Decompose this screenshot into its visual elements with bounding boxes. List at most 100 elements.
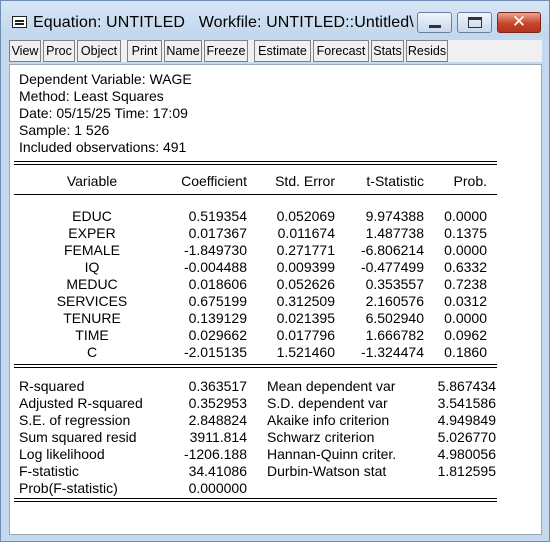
cell-std-error: 0.052626	[276, 276, 335, 292]
resids-button[interactable]: Resids	[406, 40, 448, 62]
stat-label: Sum squared resid	[19, 429, 137, 445]
stat-label: Durbin-Watson stat	[267, 463, 387, 479]
cell-t-stat: -6.806214	[360, 242, 424, 258]
variable-name: MEDUC	[66, 276, 118, 292]
variable-name: IQ	[84, 259, 100, 275]
cell-prob: 0.0000	[444, 208, 487, 224]
stat-value: -1206.188	[183, 446, 247, 462]
stat-value: 4.949849	[437, 412, 496, 428]
cell-coefficient: -2.015135	[183, 344, 247, 360]
cell-prob: 0.0962	[444, 327, 487, 343]
system-menu-icon[interactable]	[12, 16, 27, 28]
stat-value: 0.363517	[188, 378, 247, 394]
rule	[14, 364, 497, 365]
stat-value: 5.026770	[437, 429, 496, 445]
cell-prob: 0.1375	[444, 225, 487, 241]
cell-coefficient: 0.017367	[188, 225, 247, 241]
rule	[14, 498, 497, 499]
stat-label: Adjusted R-squared	[19, 395, 143, 411]
proc-button[interactable]: Proc	[43, 40, 75, 62]
stat-label: R-squared	[19, 378, 85, 394]
variable-name: TIME	[75, 327, 109, 343]
cell-coefficient: 0.029662	[188, 327, 247, 343]
cell-std-error: 0.021395	[276, 310, 335, 326]
column-header: Prob.	[453, 173, 487, 189]
stat-label: Hannan-Quinn criter.	[267, 446, 397, 462]
cell-t-stat: -0.477499	[360, 259, 424, 275]
stat-label: Prob(F-statistic)	[19, 480, 118, 496]
equation-window: Equation: UNTITLED Workfile: UNTITLED::U…	[0, 0, 550, 542]
title-bar[interactable]: Equation: UNTITLED Workfile: UNTITLED::U…	[1, 1, 549, 37]
cell-t-stat: 1.487738	[365, 225, 424, 241]
rule	[14, 164, 497, 165]
cell-t-stat: -1.324474	[360, 344, 424, 360]
cell-prob: 0.6332	[444, 259, 487, 275]
sample: Sample: 1 526	[19, 122, 110, 138]
variable-name: TENURE	[63, 310, 121, 326]
rule	[14, 501, 497, 502]
name-button[interactable]: Name	[164, 40, 202, 62]
maximize-button[interactable]	[457, 12, 492, 33]
variable-name: SERVICES	[56, 293, 128, 309]
estimate-button[interactable]: Estimate	[254, 40, 311, 62]
cell-coefficient: 0.675199	[188, 293, 247, 309]
rule	[14, 161, 497, 162]
toolbar: View Proc Object Print Name Freeze Estim…	[9, 40, 542, 62]
stat-value: 4.980056	[437, 446, 496, 462]
included-observations: Included observations: 491	[19, 139, 187, 155]
column-header: Variable	[66, 173, 118, 189]
object-button[interactable]: Object	[77, 40, 121, 62]
cell-coefficient: 0.018606	[188, 276, 247, 292]
column-header: Std. Error	[275, 173, 335, 189]
cell-std-error: 0.052069	[276, 208, 335, 224]
print-button[interactable]: Print	[127, 40, 162, 62]
column-header: t-Statistic	[366, 173, 424, 189]
cell-coefficient: 0.139129	[188, 310, 247, 326]
variable-name: C	[86, 344, 98, 360]
close-button[interactable]: ✕	[497, 12, 541, 33]
stat-value: 5.867434	[437, 378, 496, 394]
cell-prob: 0.0000	[444, 242, 487, 258]
cell-coefficient: 0.519354	[188, 208, 247, 224]
stat-value: 1.812595	[437, 463, 496, 479]
cell-std-error: 0.017796	[276, 327, 335, 343]
stat-value: 2.848824	[188, 412, 247, 428]
dependent-variable: Dependent Variable: WAGE	[19, 71, 192, 87]
cell-t-stat: 6.502940	[365, 310, 424, 326]
minimize-button[interactable]	[417, 12, 452, 33]
cell-prob: 0.7238	[444, 276, 487, 292]
stat-label: Akaike info criterion	[267, 412, 390, 428]
date-time: Date: 05/15/25 Time: 17:09	[19, 105, 188, 121]
maximize-icon	[468, 17, 482, 28]
close-icon: ✕	[511, 12, 527, 32]
minimize-icon	[429, 25, 441, 28]
stat-label: F-statistic	[19, 463, 79, 479]
stat-value: 0.000000	[188, 480, 247, 496]
variable-name: EXPER	[68, 225, 116, 241]
variable-name: EDUC	[72, 208, 112, 224]
cell-prob: 0.1860	[444, 344, 487, 360]
cell-t-stat: 9.974388	[365, 208, 424, 224]
stats-button[interactable]: Stats	[371, 40, 404, 62]
cell-coefficient: -1.849730	[183, 242, 247, 258]
stat-label: Log likelihood	[19, 446, 105, 462]
stat-value: 3911.814	[189, 429, 247, 445]
cell-t-stat: 0.353557	[365, 276, 424, 292]
cell-coefficient: -0.004488	[183, 259, 247, 275]
cell-std-error: 0.009399	[276, 259, 335, 275]
stat-value: 34.41086	[188, 463, 247, 479]
variable-name: FEMALE	[63, 242, 120, 258]
cell-std-error: 0.312509	[276, 293, 335, 309]
freeze-button[interactable]: Freeze	[204, 40, 248, 62]
output-pane[interactable]: Dependent Variable: WAGE Method: Least S…	[9, 64, 542, 535]
view-button[interactable]: View	[9, 40, 41, 62]
cell-std-error: 0.271771	[276, 242, 335, 258]
cell-std-error: 1.521460	[276, 344, 335, 360]
stat-label: S.D. dependent var	[267, 395, 388, 411]
stat-label: Mean dependent var	[267, 378, 396, 394]
forecast-button[interactable]: Forecast	[313, 40, 369, 62]
cell-prob: 0.0312	[444, 293, 487, 309]
cell-std-error: 0.011674	[277, 225, 335, 241]
window-title: Equation: UNTITLED Workfile: UNTITLED::U…	[33, 14, 414, 31]
cell-t-stat: 1.666782	[365, 327, 424, 343]
